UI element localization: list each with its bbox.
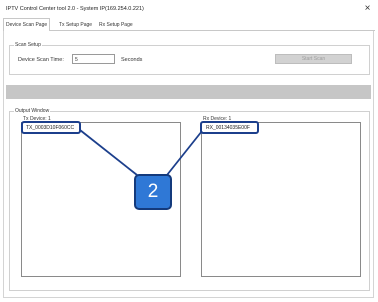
title-bar: IPTV Control Center tool 2.0 - System IP… [0, 0, 378, 17]
step-number-badge: 2 [134, 174, 172, 210]
tx-device-highlight [21, 121, 81, 134]
start-scan-button[interactable]: Start Scan [275, 54, 352, 64]
scan-time-input[interactable]: 5 [72, 54, 115, 64]
tab-device-scan[interactable]: Device Scan Page [3, 18, 51, 32]
rx-device-highlight [200, 121, 259, 134]
close-icon[interactable]: × [361, 2, 374, 15]
scan-time-label: Device Scan Time: [18, 57, 64, 63]
scan-time-unit: Seconds [121, 57, 143, 63]
rx-device-list[interactable] [201, 122, 361, 277]
window-title: IPTV Control Center tool 2.0 - System IP… [6, 6, 144, 12]
tab-tx-setup[interactable]: Tx Setup Page [57, 20, 94, 30]
status-bar [6, 85, 371, 99]
output-window-heading: Output Window [14, 108, 51, 114]
tab-bar: Device Scan Page Tx Setup Page Rx Setup … [3, 18, 375, 32]
scan-setup-heading: Scan Setup [14, 42, 42, 48]
app-window: IPTV Control Center tool 2.0 - System IP… [0, 0, 378, 302]
tab-rx-setup[interactable]: Rx Setup Page [97, 20, 135, 30]
